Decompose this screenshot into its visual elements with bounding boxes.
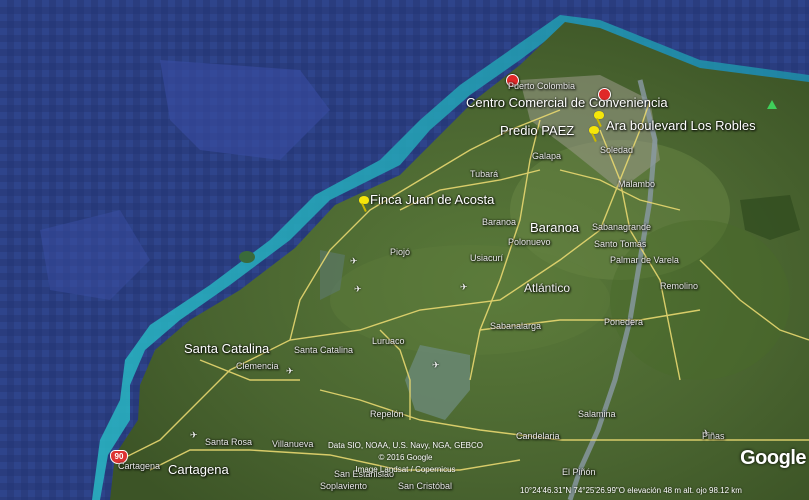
coordinates-status: 10°24'46.31"N 74°25'26.99"O elevación 48… [520, 486, 742, 495]
place-label[interactable]: Santa Rosa [205, 438, 252, 447]
place-label[interactable]: Polonuevo [508, 238, 551, 247]
place-label[interactable]: Baranoa [482, 218, 516, 227]
place-label[interactable]: Cartagena [168, 463, 229, 476]
map-view[interactable]: ✈ ✈ ✈ ✈ ✈ ✈ ✈ ✈ 90 Puerto Colombia Centr… [0, 0, 809, 500]
place-label[interactable]: Ara boulevard Los Robles [606, 119, 756, 132]
place-label[interactable]: Baranoa [530, 221, 579, 234]
place-label[interactable]: Palmar de Varela [610, 256, 679, 265]
place-label[interactable]: Usiacurí [470, 254, 503, 263]
airport-icon: ✈ [286, 366, 294, 376]
airport-icon: ✈ [460, 282, 468, 292]
map-attribution: Data SIO, NOAA, U.S. Navy, NGA, GEBCO © … [328, 440, 483, 476]
airport-icon: ✈ [190, 430, 198, 440]
place-label[interactable]: San Cristóbal [398, 482, 452, 491]
place-label[interactable]: Malambo [618, 180, 655, 189]
place-label[interactable]: Centro Comercial de Conveniencia [466, 96, 668, 109]
place-label[interactable]: Finca Juan de Acosta [370, 193, 494, 206]
place-label[interactable]: Galapa [532, 152, 561, 161]
airport-icon: ✈ [350, 256, 358, 266]
place-label[interactable]: Salamina [578, 410, 616, 419]
place-label[interactable]: Luruaco [372, 337, 405, 346]
place-label[interactable]: Cartagena [118, 462, 160, 471]
place-label[interactable]: El Piñón [562, 468, 596, 477]
place-label[interactable]: Santo Tomás [594, 240, 646, 249]
place-label[interactable]: Repelón [370, 410, 404, 419]
attribution-line: © 2016 Google [378, 453, 433, 462]
place-label[interactable]: Santa Catalina [184, 342, 269, 355]
place-label[interactable]: Tubará [470, 170, 498, 179]
place-label[interactable]: Piñas [702, 432, 725, 441]
place-label[interactable]: Soledad [600, 146, 633, 155]
place-label[interactable]: Villanueva [272, 440, 313, 449]
park-icon[interactable] [767, 100, 777, 109]
attribution-line: Data SIO, NOAA, U.S. Navy, NGA, GEBCO [328, 441, 483, 450]
place-label[interactable]: Piojó [390, 248, 410, 257]
region-label[interactable]: Atlántico [524, 282, 570, 294]
google-logo: Google [740, 447, 806, 469]
place-label[interactable]: Predio PAEZ [500, 124, 574, 137]
airport-icon: ✈ [354, 284, 362, 294]
airport-icon: ✈ [432, 360, 440, 370]
place-label[interactable]: Candelaria [516, 432, 560, 441]
place-label[interactable]: Ponedera [604, 318, 643, 327]
place-label[interactable]: Sabanagrande [592, 223, 651, 232]
place-label[interactable]: Santa Catalina [294, 346, 353, 355]
place-label[interactable]: Puerto Colombia [508, 82, 575, 91]
place-label[interactable]: Clemencia [236, 362, 279, 371]
place-label[interactable]: Remolino [660, 282, 698, 291]
place-label[interactable]: Sabanalarga [490, 322, 541, 331]
attribution-line: Image Landsat / Copernicus [355, 465, 456, 474]
place-label[interactable]: Soplaviento [320, 482, 367, 491]
